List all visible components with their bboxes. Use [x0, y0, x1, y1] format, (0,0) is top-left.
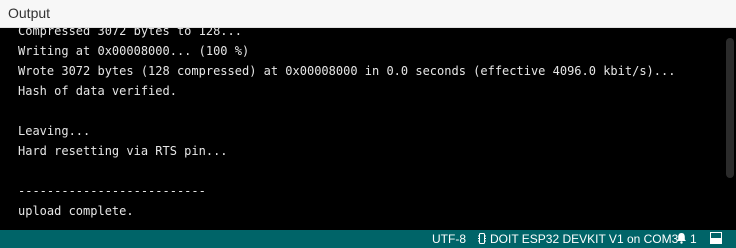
bell-icon	[676, 232, 687, 247]
console-line: Writing at 0x00008000... (100 %)	[18, 44, 250, 58]
console-log: Compressed 3072 bytes to 128... Writing …	[18, 28, 718, 221]
notifications-button[interactable]: 1	[676, 232, 697, 247]
status-bar: UTF-8 DOIT ESP32 DEVKIT V1 on COM3 1	[0, 230, 736, 248]
console-line: --------------------------	[18, 184, 206, 198]
console-line: Hash of data verified.	[18, 84, 177, 98]
console-line: Hard resetting via RTS pin...	[18, 144, 228, 158]
console-line: upload complete.	[18, 204, 134, 218]
panel-toggle-icon[interactable]	[710, 232, 722, 247]
board-label: DOIT ESP32 DEVKIT V1 on COM3	[490, 232, 679, 246]
output-panel-header: Output	[0, 0, 736, 28]
chip-icon	[478, 233, 486, 247]
encoding-indicator[interactable]: UTF-8	[432, 232, 466, 246]
console-scrollbar[interactable]	[722, 28, 736, 230]
output-console[interactable]: Compressed 3072 bytes to 128... Writing …	[0, 28, 736, 230]
console-scrollbar-thumb[interactable]	[726, 38, 734, 178]
notifications-count: 1	[690, 232, 697, 246]
output-panel-title: Output	[8, 5, 51, 21]
console-line: Wrote 3072 bytes (128 compressed) at 0x0…	[18, 64, 676, 78]
console-line: Compressed 3072 bytes to 128...	[18, 28, 242, 38]
board-selector[interactable]: DOIT ESP32 DEVKIT V1 on COM3	[478, 232, 678, 247]
console-line: Leaving...	[18, 124, 91, 138]
